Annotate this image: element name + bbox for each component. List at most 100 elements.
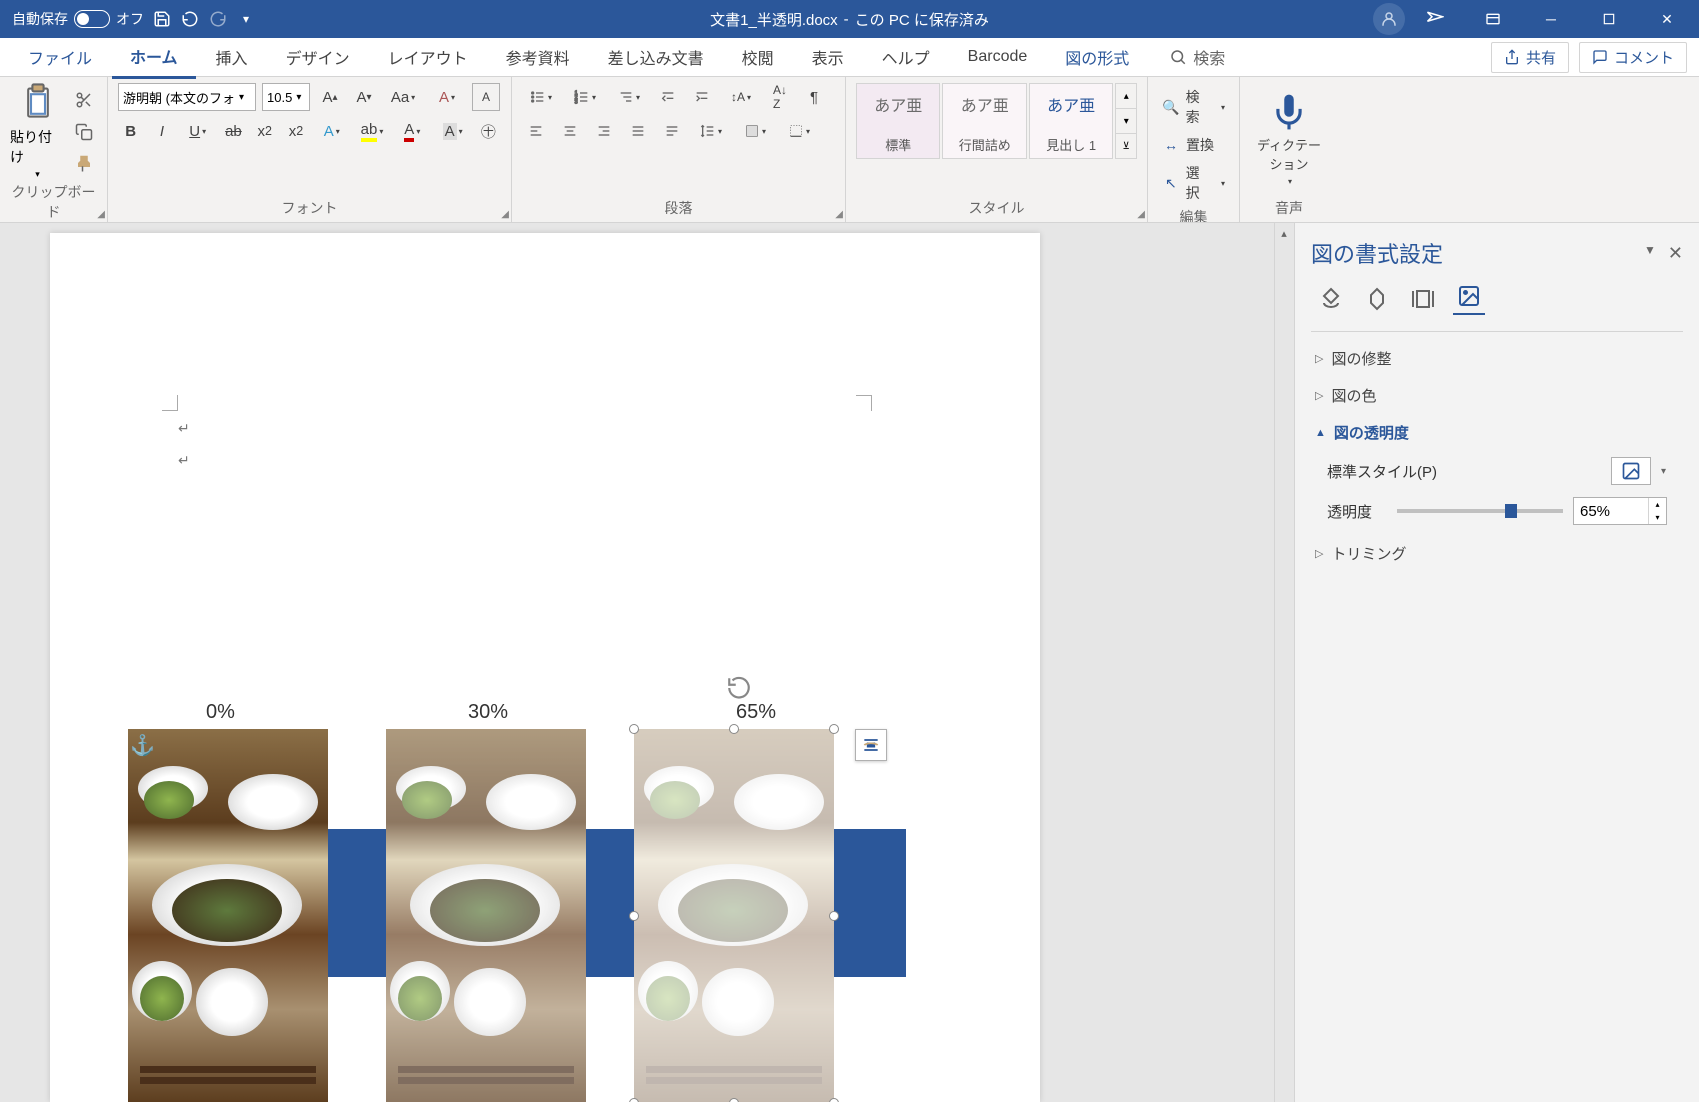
sort-icon[interactable]: A↓Z [766,83,794,111]
spinner-down-icon[interactable]: ▾ [1649,511,1666,524]
selection-handle[interactable] [729,1098,739,1102]
vertical-scrollbar[interactable]: ▴ [1274,223,1294,1102]
increase-indent-icon[interactable] [688,83,716,111]
comment-button[interactable]: コメント [1579,42,1687,73]
food-image-65pct-selected[interactable] [634,729,834,1102]
tab-mailings[interactable]: 差し込み文書 [590,37,722,77]
fill-line-icon[interactable] [1315,283,1347,315]
strikethrough-icon[interactable]: ab [221,117,246,145]
account-icon[interactable] [1373,3,1405,35]
layout-options-button[interactable] [855,729,887,761]
borders-icon[interactable]: ▾ [780,117,818,145]
tab-picture-format[interactable]: 図の形式 [1047,37,1147,77]
selection-handle[interactable] [629,724,639,734]
selection-handle[interactable] [629,911,639,921]
section-correction[interactable]: ▷ 図の修整 [1311,340,1683,377]
underline-icon[interactable]: U▾ [181,117,215,145]
maximize-button[interactable] [1581,0,1637,38]
decrease-indent-icon[interactable] [654,83,682,111]
font-launcher-icon[interactable]: ◢ [501,209,509,220]
style-nospacing[interactable]: あア亜 行間詰め [942,83,1026,159]
shrink-font-icon[interactable]: A▾ [350,83,378,111]
selection-handle[interactable] [829,911,839,921]
scroll-up-icon[interactable]: ▴ [1276,225,1292,241]
text-effects-icon[interactable]: A▾ [315,117,349,145]
panel-close-icon[interactable]: ✕ [1668,243,1683,264]
selection-handle[interactable] [829,724,839,734]
font-size-combo[interactable]: 10.5▾ [262,83,310,111]
find-button[interactable]: 🔍検索▾ [1158,85,1229,129]
line-spacing-icon[interactable]: ▾ [692,117,730,145]
layout-properties-icon[interactable] [1407,283,1439,315]
styles-expand-icon[interactable]: ⊻ [1116,134,1136,158]
selection-handle[interactable] [729,724,739,734]
document-area[interactable]: ↵ ↵ 0% 30% 65% [0,223,1294,1102]
tab-review[interactable]: 校閲 [724,37,792,77]
minimize-button[interactable]: ─ [1523,0,1579,38]
clear-formatting-icon[interactable]: A [472,83,500,111]
styles-up-icon[interactable]: ▴ [1116,84,1136,109]
tab-references[interactable]: 参考資料 [488,37,588,77]
effects-icon[interactable] [1361,283,1393,315]
search-input[interactable]: 検索 [1169,45,1225,69]
redo-icon[interactable] [208,9,228,29]
format-painter-icon[interactable] [71,151,97,177]
food-image-30pct[interactable] [386,729,586,1102]
selection-handle[interactable] [829,1098,839,1102]
align-left-icon[interactable] [522,117,550,145]
save-icon[interactable] [152,9,172,29]
change-case-icon[interactable]: Aa▾ [384,83,422,111]
close-button[interactable]: ✕ [1639,0,1695,38]
rotate-handle-icon[interactable] [724,673,754,703]
phonetic-guide-icon[interactable]: A▾ [428,83,466,111]
grow-font-icon[interactable]: A▴ [316,83,344,111]
replace-button[interactable]: ↔置換 [1158,133,1229,157]
tab-home[interactable]: ホーム [112,36,196,79]
font-color-icon[interactable]: A▾ [395,117,429,145]
clipboard-launcher-icon[interactable]: ◢ [97,209,105,220]
tab-design[interactable]: デザイン [268,37,368,77]
show-marks-icon[interactable]: ¶ [800,83,828,111]
ribbon-display-icon[interactable] [1465,0,1521,38]
shading-icon[interactable]: ▾ [736,117,774,145]
section-color[interactable]: ▷ 図の色 [1311,377,1683,414]
app-menu-icon[interactable] [1407,0,1463,38]
picture-icon[interactable] [1453,283,1485,315]
styles-down-icon[interactable]: ▾ [1116,109,1136,134]
transparency-value-input[interactable]: 65% ▴ ▾ [1573,497,1667,525]
enclose-char-icon[interactable]: ㊉ [476,117,501,145]
qat-customize-icon[interactable]: ▾ [236,9,256,29]
tab-barcode[interactable]: Barcode [950,40,1046,74]
autosave-toggle[interactable]: 自動保存 オフ [12,9,144,29]
tab-view[interactable]: 表示 [794,37,862,77]
selection-handle[interactable] [629,1098,639,1102]
food-image-0pct[interactable] [128,729,328,1102]
style-heading1[interactable]: あア亜 見出し 1 [1029,83,1113,159]
panel-options-icon[interactable]: ▼ [1644,243,1656,264]
dictate-button[interactable]: ディクテーション ▾ [1250,89,1328,190]
bold-icon[interactable]: B [118,117,143,145]
numbering-icon[interactable]: 123▾ [566,83,604,111]
share-button[interactable]: 共有 [1491,42,1569,73]
align-right-icon[interactable] [590,117,618,145]
text-direction-icon[interactable]: ↕A▾ [722,83,760,111]
style-normal[interactable]: あア亜 標準 [856,83,940,159]
tab-insert[interactable]: 挿入 [198,37,266,77]
section-crop[interactable]: ▷ トリミング [1311,535,1683,572]
paragraph-launcher-icon[interactable]: ◢ [835,209,843,220]
slider-thumb[interactable] [1505,504,1517,518]
spinner-up-icon[interactable]: ▴ [1649,498,1666,511]
preset-styles-button[interactable] [1611,457,1651,485]
font-name-combo[interactable]: 游明朝 (本文のフォ▾ [118,83,256,111]
subscript-icon[interactable]: x2 [252,117,277,145]
tab-layout[interactable]: レイアウト [370,37,486,77]
justify-icon[interactable] [624,117,652,145]
align-center-icon[interactable] [556,117,584,145]
distribute-icon[interactable] [658,117,686,145]
select-button[interactable]: ↖選択▾ [1158,161,1229,205]
undo-icon[interactable] [180,9,200,29]
section-transparency[interactable]: ▲ 図の透明度 [1311,414,1683,451]
paste-button[interactable]: 貼り付け ▾ [10,83,65,180]
copy-icon[interactable] [71,119,97,145]
multilevel-icon[interactable]: ▾ [610,83,648,111]
